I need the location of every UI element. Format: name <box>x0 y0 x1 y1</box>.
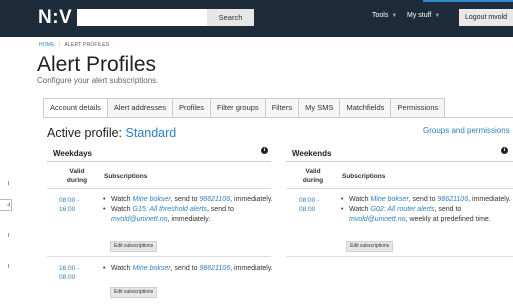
background-window-tick <box>8 264 9 268</box>
tools-menu[interactable]: Tools ▼ <box>372 12 397 19</box>
weekends-panel-rule <box>286 161 513 162</box>
address-link[interactable]: mvold@uninett.no <box>349 216 406 223</box>
filter-group-link[interactable]: G02: All router alerts <box>371 206 435 213</box>
weekends-valid-during-header: Valid during <box>302 168 324 184</box>
tab-filter-groups[interactable]: Filter groups <box>210 98 266 118</box>
edit-subscriptions-button[interactable]: Edit subscriptions <box>110 241 158 252</box>
subscription-text: Watch <box>111 206 133 213</box>
weekends-subscriptions-header: Subscriptions <box>342 173 386 180</box>
tab-permissions[interactable]: Permissions <box>390 98 446 118</box>
topbar-accent-strip <box>423 0 513 2</box>
edit-subscriptions-button[interactable]: Edit subscriptions <box>110 287 158 298</box>
top-navigation-bar: N:V Search Tools ▼ My stuff ▼ Logout mvold <box>0 0 513 37</box>
breadcrumb-current: ALERT PROFILES <box>64 42 110 48</box>
weekdays-panel-rule <box>47 161 271 162</box>
filter-group-link[interactable]: Mine bokser <box>133 265 171 272</box>
logout-button[interactable]: Logout mvold <box>459 9 513 26</box>
row-divider <box>47 256 271 257</box>
tab-matchfields[interactable]: Matchfields <box>339 98 392 118</box>
info-icon[interactable]: i <box>261 147 268 154</box>
tab-profiles[interactable]: Profiles <box>171 98 211 118</box>
page-subtitle: Configure your alert subscriptions. <box>37 76 159 85</box>
subscription-text: , weekly at predefined time. <box>405 216 491 223</box>
subscription-text: , send to <box>434 206 462 213</box>
active-profile-name-link[interactable]: Standard <box>126 126 177 140</box>
subscription-list: Watch Mine bokser, send to 98621106, imm… <box>340 195 512 225</box>
weekends-panel-title: Weekends <box>292 149 332 158</box>
info-icon[interactable]: i <box>501 147 508 154</box>
tools-menu-label: Tools <box>372 12 389 19</box>
active-profile-label: Active profile: <box>47 126 126 140</box>
weekdays-valid-during-header: Valid during <box>66 168 88 184</box>
background-window-tick <box>8 181 9 185</box>
address-link[interactable]: 98621106 <box>199 265 230 272</box>
subscription-text: Watch <box>349 196 371 203</box>
nav-logo[interactable]: N:V <box>38 7 72 29</box>
breadcrumb: HOME / ALERT PROFILES <box>39 42 109 48</box>
edit-subscriptions-button[interactable]: Edit subscriptions <box>346 241 394 252</box>
time-range-link[interactable]: 08:00 - 16:00 <box>59 196 89 214</box>
tab-filters[interactable]: Filters <box>264 98 300 118</box>
weekdays-subscriptions-header: Subscriptions <box>104 173 148 180</box>
subscription-text: , immediately. <box>230 265 273 272</box>
page-title: Alert Profiles <box>37 53 157 76</box>
address-link[interactable]: 98621106 <box>437 196 468 203</box>
chevron-down-icon: ▼ <box>391 13 398 19</box>
my-stuff-menu-label: My stuff <box>407 12 432 19</box>
subscription-text: Watch <box>111 265 133 272</box>
breadcrumb-separator: / <box>58 42 61 48</box>
breadcrumb-home-link[interactable]: HOME <box>39 42 55 48</box>
search-input[interactable] <box>77 9 207 26</box>
row-divider <box>286 256 513 257</box>
tab-underline <box>43 117 513 118</box>
subscription-text: , send to <box>170 196 200 203</box>
row-divider <box>286 188 513 189</box>
background-window-tick <box>8 233 9 237</box>
chevron-down-icon: ▼ <box>434 13 441 19</box>
address-link[interactable]: mvold@uninett.no <box>111 216 168 223</box>
row-divider <box>47 188 271 189</box>
search-button[interactable]: Search <box>207 9 254 26</box>
my-stuff-menu[interactable]: My stuff ▼ <box>407 12 440 19</box>
subscription-text: , send to <box>170 265 200 272</box>
time-range-link[interactable]: 16:00 - 08:00 <box>59 264 89 282</box>
subscription-item: Watch Mine bokser, send to 98621106, imm… <box>102 264 274 274</box>
background-window-fragment: d <box>0 199 12 211</box>
subscription-text: , immediately. <box>468 196 511 203</box>
subscription-text: , immediately. <box>167 216 211 223</box>
subscription-item: Watch G02: All router alerts, send to mv… <box>340 205 512 225</box>
subscription-text: , send to <box>206 206 234 213</box>
subscription-text: Watch <box>349 206 371 213</box>
subscription-text: , immediately. <box>230 196 273 203</box>
tab-bar: Account details Alert addresses Profiles… <box>43 98 446 118</box>
tab-account-details[interactable]: Account details <box>43 98 108 118</box>
filter-group-link[interactable]: G15: All threshold alerts <box>133 206 207 213</box>
filter-group-link[interactable]: Mine bokser <box>133 196 171 203</box>
groups-and-permissions-link[interactable]: Groups and permissions <box>423 126 510 135</box>
subscription-list: Watch Mine bokser, send to 98621106, imm… <box>102 264 274 274</box>
subscription-text: Watch <box>111 196 133 203</box>
active-profile-heading: Active profile: Standard <box>47 126 176 140</box>
subscription-item: Watch Mine bokser, send to 98621106, imm… <box>102 195 274 205</box>
address-link[interactable]: 98621106 <box>199 196 230 203</box>
subscription-item: Watch Mine bokser, send to 98621106, imm… <box>340 195 512 205</box>
tab-my-sms[interactable]: My SMS <box>298 98 341 118</box>
filter-group-link[interactable]: Mine bokser <box>371 196 409 203</box>
subscription-list: Watch Mine bokser, send to 98621106, imm… <box>102 195 274 225</box>
weekdays-panel-title: Weekdays <box>53 149 92 158</box>
time-range-link[interactable]: 08:00 - 08:00 <box>299 196 329 214</box>
tab-alert-addresses[interactable]: Alert addresses <box>106 98 173 118</box>
subscription-text: , send to <box>408 196 438 203</box>
subscription-item: Watch G15: All threshold alerts, send to… <box>102 205 274 225</box>
